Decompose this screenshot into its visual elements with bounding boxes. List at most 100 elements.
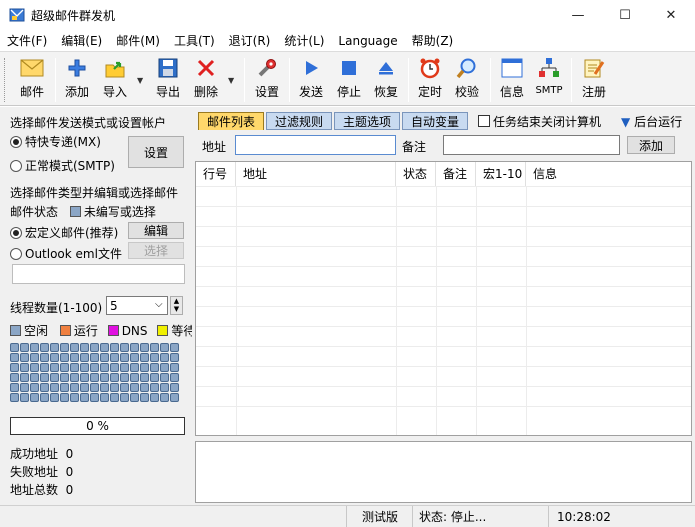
thread-cell	[130, 373, 139, 382]
toolbar-separator	[571, 58, 572, 102]
thread-cell	[40, 393, 49, 402]
thread-cell	[150, 363, 159, 372]
thread-count-select[interactable]: 5 ⌵	[106, 296, 168, 315]
mode-normal-radio[interactable]: 正常模式(SMTP)	[10, 157, 115, 174]
thread-cell	[170, 353, 179, 362]
spin-down-icon[interactable]: ▼	[174, 305, 179, 313]
shutdown-checkbox[interactable]: 任务结束关闭计算机	[478, 113, 601, 130]
menu-tools[interactable]: 工具(T)	[167, 31, 222, 51]
status-edition: 测试版	[346, 506, 412, 527]
send-button[interactable]: 发送	[296, 56, 326, 104]
stop-button[interactable]: 停止	[334, 56, 364, 104]
column-header-status[interactable]: 状态	[396, 162, 436, 186]
menu-file[interactable]: 文件(F)	[0, 31, 54, 51]
floppy-disk-icon	[156, 56, 180, 80]
thread-count-spinner[interactable]: ▲ ▼	[170, 296, 183, 315]
timer-label: 定时	[417, 85, 442, 99]
thread-cell	[170, 373, 179, 382]
app-icon	[9, 7, 25, 23]
thread-cell	[100, 353, 109, 362]
menu-language[interactable]: Language	[331, 31, 404, 51]
import-dropdown-arrow[interactable]: ▼	[137, 76, 143, 85]
thread-cell	[10, 363, 19, 372]
menu-unsubscribe[interactable]: 退订(R)	[222, 31, 278, 51]
thread-cell	[50, 393, 59, 402]
thread-cell	[10, 393, 19, 402]
column-header-info[interactable]: 信息	[526, 162, 691, 186]
settings-button[interactable]: 设置	[251, 56, 283, 104]
chevron-down-icon: ▼	[621, 115, 631, 129]
minimize-button[interactable]: —	[555, 0, 601, 31]
magnifier-icon	[455, 56, 479, 80]
tab-subject-options[interactable]: 主题选项	[334, 112, 400, 130]
tab-auto-variables[interactable]: 自动变量	[402, 112, 468, 130]
add-label: 添加	[64, 85, 89, 99]
spin-up-icon[interactable]: ▲	[174, 297, 179, 305]
thread-cell	[20, 343, 29, 352]
column-header-address[interactable]: 地址	[236, 162, 396, 186]
import-button[interactable]: 导入	[99, 56, 131, 104]
tab-mail-list[interactable]: 邮件列表	[198, 112, 264, 130]
title-bar: 超级邮件群发机 — ☐ ✕	[0, 0, 695, 31]
failed-value: 0	[65, 465, 74, 479]
address-table[interactable]: 行号 地址 状态 备注 宏1-10 信息	[195, 161, 692, 436]
note-input[interactable]	[443, 135, 620, 155]
menu-statistics[interactable]: 统计(L)	[277, 31, 331, 51]
delete-x-icon	[194, 56, 218, 80]
mode-express-radio[interactable]: 特快专递(MX)	[10, 133, 101, 150]
menu-help[interactable]: 帮助(Z)	[405, 31, 461, 51]
register-button[interactable]: 注册	[578, 56, 610, 104]
column-header-note[interactable]: 备注	[436, 162, 476, 186]
menu-mail[interactable]: 邮件(M)	[109, 31, 167, 51]
resume-button[interactable]: 恢复	[371, 56, 401, 104]
table-row-line	[196, 386, 691, 387]
thread-cell	[70, 393, 79, 402]
legend-swatch-idle	[10, 325, 21, 336]
info-button[interactable]: 信息	[497, 56, 527, 104]
outlook-eml-radio[interactable]: Outlook eml文件	[10, 245, 122, 262]
delete-dropdown-arrow[interactable]: ▼	[228, 76, 234, 85]
thread-cell	[90, 353, 99, 362]
checkbox-box	[478, 115, 490, 127]
column-header-macro[interactable]: 宏1-10	[476, 162, 526, 186]
add-address-button[interactable]: 添加	[627, 136, 675, 154]
maximize-button[interactable]: ☐	[602, 0, 648, 31]
timer-button[interactable]: 定时	[415, 56, 445, 104]
status-swatch	[69, 206, 81, 217]
thread-cell	[10, 383, 19, 392]
add-button[interactable]: 添加	[62, 56, 92, 104]
macro-mail-label: 宏定义邮件(推荐)	[25, 226, 119, 240]
eml-path-field[interactable]	[12, 264, 185, 284]
delete-button[interactable]: 删除	[190, 56, 222, 104]
thread-cell	[20, 383, 29, 392]
address-input[interactable]	[235, 135, 396, 155]
tab-filter-rules[interactable]: 过滤规则	[266, 112, 332, 130]
export-button[interactable]: 导出	[153, 56, 183, 104]
mail-button[interactable]: 邮件	[16, 56, 48, 104]
legend-running: 运行	[73, 324, 98, 338]
table-row-line	[196, 206, 691, 207]
thread-cell	[140, 353, 149, 362]
verify-button[interactable]: 校验	[452, 56, 482, 104]
smtp-button[interactable]: SMTP	[533, 56, 565, 104]
thread-cell	[10, 373, 19, 382]
send-label: 发送	[298, 85, 323, 99]
envelope-icon	[20, 56, 44, 80]
thread-cell	[120, 383, 129, 392]
radio-unchecked	[10, 248, 22, 260]
background-run-toggle[interactable]: ▼ 后台运行	[621, 113, 682, 130]
close-button[interactable]: ✕	[648, 0, 694, 31]
column-header-row-number[interactable]: 行号	[196, 162, 236, 186]
toolbar-grip[interactable]	[4, 58, 7, 102]
macro-mail-radio[interactable]: 宏定义邮件(推荐)	[10, 224, 118, 241]
log-output[interactable]	[195, 441, 692, 503]
select-eml-button[interactable]: 选择	[128, 242, 184, 259]
smtp-label: SMTP	[535, 85, 563, 96]
account-settings-button[interactable]: 设置	[128, 136, 184, 168]
total-label: 地址总数	[10, 483, 59, 497]
address-label: 地址	[202, 140, 227, 154]
resume-label: 恢复	[373, 85, 398, 99]
thread-cell	[70, 373, 79, 382]
menu-edit[interactable]: 编辑(E)	[54, 31, 109, 51]
edit-mail-button[interactable]: 编辑	[128, 222, 184, 239]
